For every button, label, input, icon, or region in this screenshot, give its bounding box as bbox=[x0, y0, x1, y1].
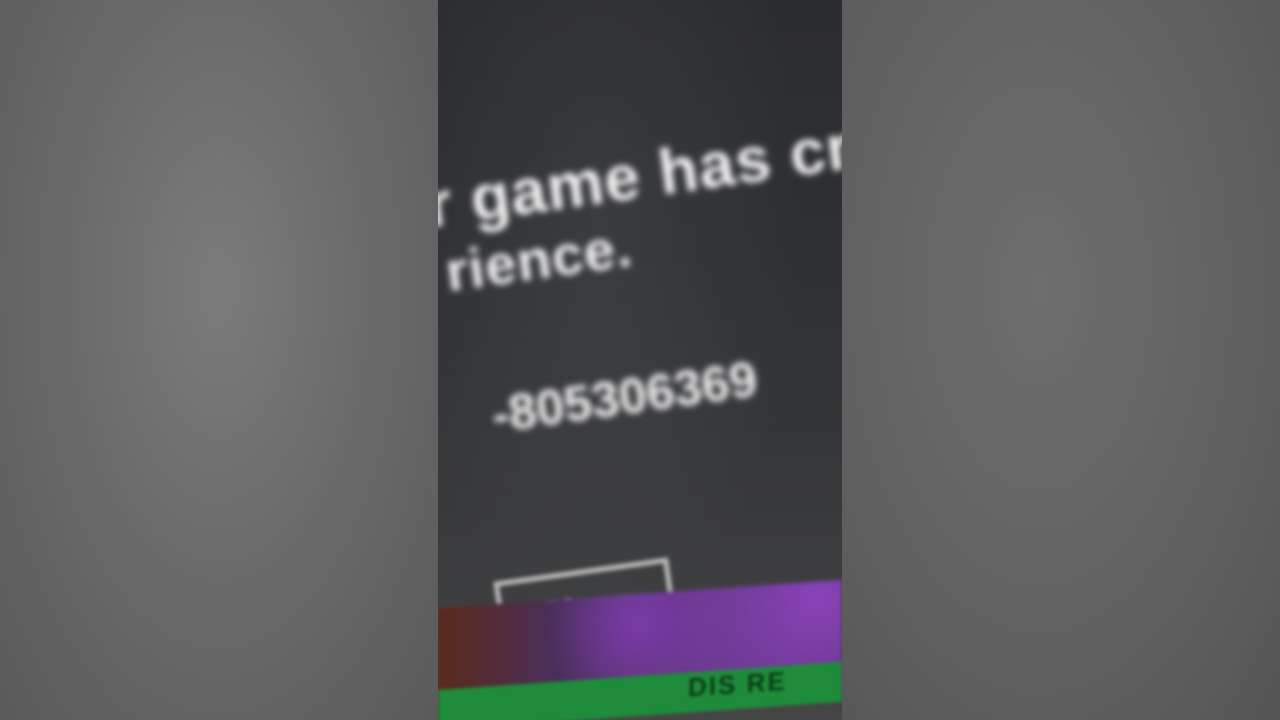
photographed-screen: r game has cras rience. -805306369 Close… bbox=[438, 0, 842, 720]
crash-message-line-1: r game has cras bbox=[438, 100, 842, 242]
crash-dialog: r game has cras rience. -805306369 Close bbox=[438, 0, 842, 666]
blurred-right-panel bbox=[842, 0, 1280, 720]
error-code: -805306369 bbox=[488, 350, 761, 444]
blurred-left-panel bbox=[0, 0, 438, 720]
